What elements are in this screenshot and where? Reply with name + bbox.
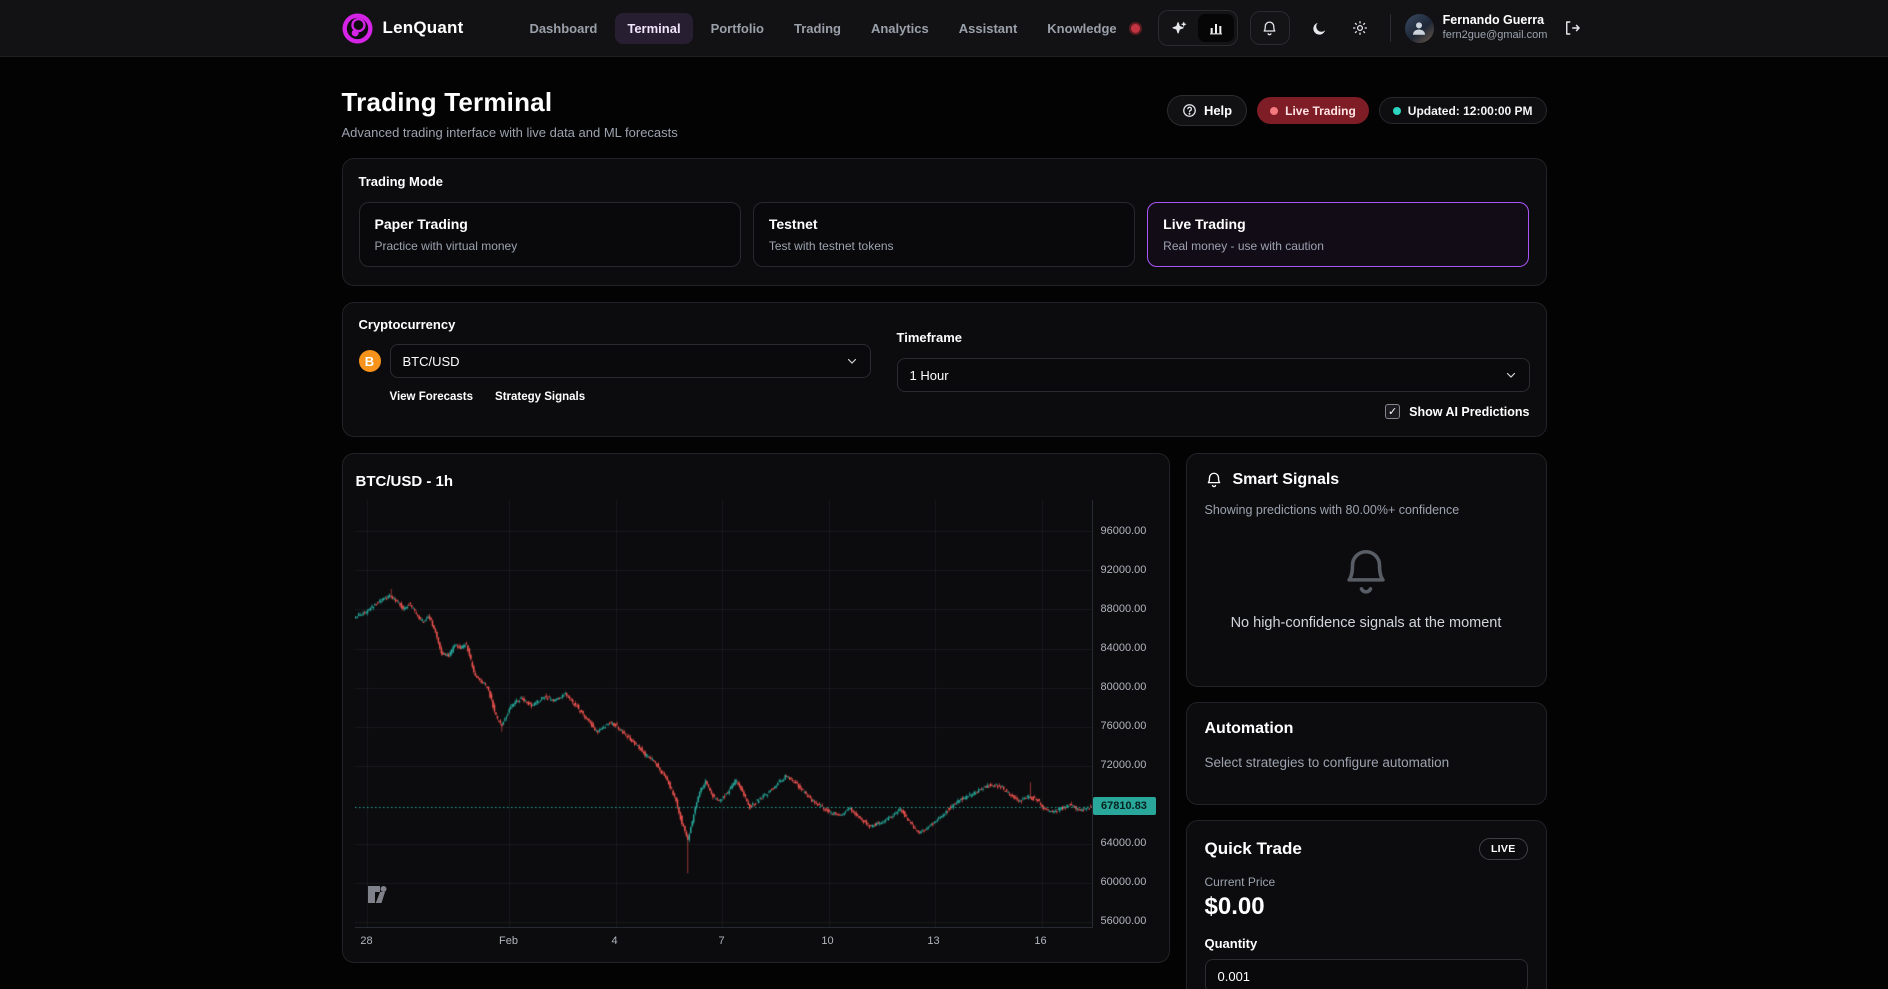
recording-status-dot	[1129, 22, 1142, 35]
page-subtitle: Advanced trading interface with live dat…	[342, 125, 678, 140]
mode-option-paper[interactable]: Paper Trading Practice with virtual mone…	[359, 202, 741, 267]
y-axis-label: 88000.00	[1101, 602, 1163, 616]
ai-predictions-checkbox[interactable]: ✓	[1385, 404, 1400, 419]
live-dot-icon	[1270, 107, 1278, 115]
x-axis-label: 16	[1034, 935, 1046, 947]
y-axis-label: 92000.00	[1101, 563, 1163, 577]
signals-empty-text: No high-confidence signals at the moment	[1231, 615, 1502, 631]
automation-card: Automation Select strategies to configur…	[1186, 702, 1547, 805]
bitcoin-icon: B	[359, 350, 381, 372]
chart-title: BTC/USD - 1h	[356, 473, 454, 490]
brand-name: LenQuant	[383, 18, 464, 38]
gear-icon	[1351, 19, 1369, 37]
logout-button[interactable]	[1563, 19, 1581, 37]
ai-predictions-label: Show AI Predictions	[1409, 405, 1529, 419]
timeframe-label: Timeframe	[897, 330, 1530, 345]
y-axis-label: 72000.00	[1101, 758, 1163, 772]
help-label: Help	[1204, 103, 1232, 118]
chevron-down-icon	[1505, 369, 1517, 381]
smart-signals-title: Smart Signals	[1233, 471, 1340, 489]
y-axis-label: 96000.00	[1101, 524, 1163, 538]
bell-icon	[1205, 471, 1223, 489]
tradingview-logo-icon[interactable]	[368, 886, 394, 906]
mode-option-testnet[interactable]: Testnet Test with testnet tokens	[753, 202, 1135, 267]
page-content: Trading Terminal Advanced trading interf…	[342, 57, 1547, 989]
pair-select[interactable]: BTC/USD	[390, 344, 871, 378]
smart-signals-card: Smart Signals Showing predictions with 8…	[1186, 453, 1547, 687]
quick-trade-live-badge: LIVE	[1479, 838, 1528, 860]
time-axis-line	[355, 927, 1093, 928]
nav-divider	[1390, 14, 1391, 42]
user-name: Fernando Guerra	[1443, 13, 1548, 29]
price-axis-line	[1092, 500, 1093, 928]
page-title: Trading Terminal	[342, 87, 678, 118]
cryptocurrency-label: Cryptocurrency	[359, 317, 871, 332]
chevron-down-icon	[846, 355, 858, 367]
y-axis-label: 80000.00	[1101, 680, 1163, 694]
nav-item-portfolio[interactable]: Portfolio	[699, 13, 776, 44]
view-toggle-group	[1158, 10, 1238, 46]
x-axis-label: Feb	[499, 935, 518, 947]
candlestick-chart[interactable]	[355, 500, 1093, 928]
y-axis-label: 56000.00	[1101, 914, 1163, 928]
lenquant-logo-icon	[342, 13, 373, 44]
sparkles-icon	[1171, 20, 1188, 37]
logout-icon	[1563, 19, 1581, 37]
nav-item-analytics[interactable]: Analytics	[859, 13, 941, 44]
x-axis-label: 4	[611, 935, 617, 947]
ai-sparkles-toggle[interactable]	[1162, 14, 1198, 42]
trading-mode-card: Trading Mode Paper Trading Practice with…	[342, 158, 1547, 286]
view-forecasts-link[interactable]: View Forecasts	[390, 391, 474, 403]
x-axis-label: 7	[718, 935, 724, 947]
updated-badge: Updated: 12:00:00 PM	[1379, 97, 1547, 124]
help-button[interactable]: Help	[1167, 95, 1247, 126]
quick-trade-title: Quick Trade	[1205, 839, 1302, 859]
strategy-signals-link[interactable]: Strategy Signals	[495, 391, 585, 403]
user-menu[interactable]: Fernando Guerra fern2gue@gmail.com	[1405, 13, 1548, 42]
quantity-input[interactable]	[1205, 959, 1528, 989]
chart-view-toggle[interactable]	[1198, 14, 1234, 42]
timeframe-select[interactable]: 1 Hour	[897, 358, 1530, 392]
y-axis-label: 76000.00	[1101, 719, 1163, 733]
y-axis-label: 84000.00	[1101, 641, 1163, 655]
quantity-label: Quantity	[1205, 936, 1528, 951]
nav-item-assistant[interactable]: Assistant	[947, 13, 1030, 44]
price-chart-card: BTC/USD - 1h 96000.00 92000.00 88000.00 …	[342, 453, 1170, 963]
x-axis-label: 13	[927, 935, 939, 947]
quick-trade-card: Quick Trade LIVE Current Price $0.00 Qua…	[1186, 820, 1547, 989]
user-email: fern2gue@gmail.com	[1443, 29, 1548, 43]
nav-links: Dashboard Terminal Portfolio Trading Ana…	[517, 13, 1128, 44]
y-axis-label: 60000.00	[1101, 875, 1163, 889]
user-avatar	[1405, 14, 1434, 43]
x-axis-label: 10	[821, 935, 833, 947]
market-card: Cryptocurrency B BTC/USD View Forecasts …	[342, 302, 1547, 437]
brand[interactable]: LenQuant	[342, 13, 464, 44]
x-axis-label: 28	[360, 935, 372, 947]
signals-subtitle: Showing predictions with 80.00%+ confide…	[1205, 503, 1528, 517]
current-price-label: Current Price	[1205, 875, 1528, 889]
moon-icon	[1311, 20, 1328, 37]
nav-item-knowledge[interactable]: Knowledge	[1035, 13, 1128, 44]
nav-item-terminal[interactable]: Terminal	[615, 13, 692, 44]
trading-mode-label: Trading Mode	[359, 174, 1530, 189]
nav-item-dashboard[interactable]: Dashboard	[517, 13, 609, 44]
person-icon	[1410, 19, 1428, 37]
mode-option-live[interactable]: Live Trading Real money - use with cauti…	[1147, 202, 1529, 267]
last-price-badge: 67810.83	[1093, 797, 1156, 815]
automation-desc: Select strategies to configure automatio…	[1205, 755, 1528, 770]
automation-title: Automation	[1205, 720, 1528, 738]
theme-toggle-button[interactable]	[1300, 11, 1340, 45]
notifications-button[interactable]	[1250, 11, 1290, 45]
updated-dot-icon	[1393, 107, 1401, 115]
bell-large-icon	[1339, 545, 1393, 599]
help-circle-icon	[1182, 103, 1197, 118]
live-trading-badge: Live Trading	[1257, 97, 1369, 124]
bar-chart-icon	[1208, 20, 1224, 36]
top-navbar: LenQuant Dashboard Terminal Portfolio Tr…	[0, 0, 1888, 57]
nav-item-trading[interactable]: Trading	[782, 13, 853, 44]
current-price-value: $0.00	[1205, 893, 1528, 921]
bell-icon	[1261, 20, 1278, 37]
y-axis-label: 64000.00	[1101, 836, 1163, 850]
settings-button[interactable]	[1340, 11, 1380, 45]
